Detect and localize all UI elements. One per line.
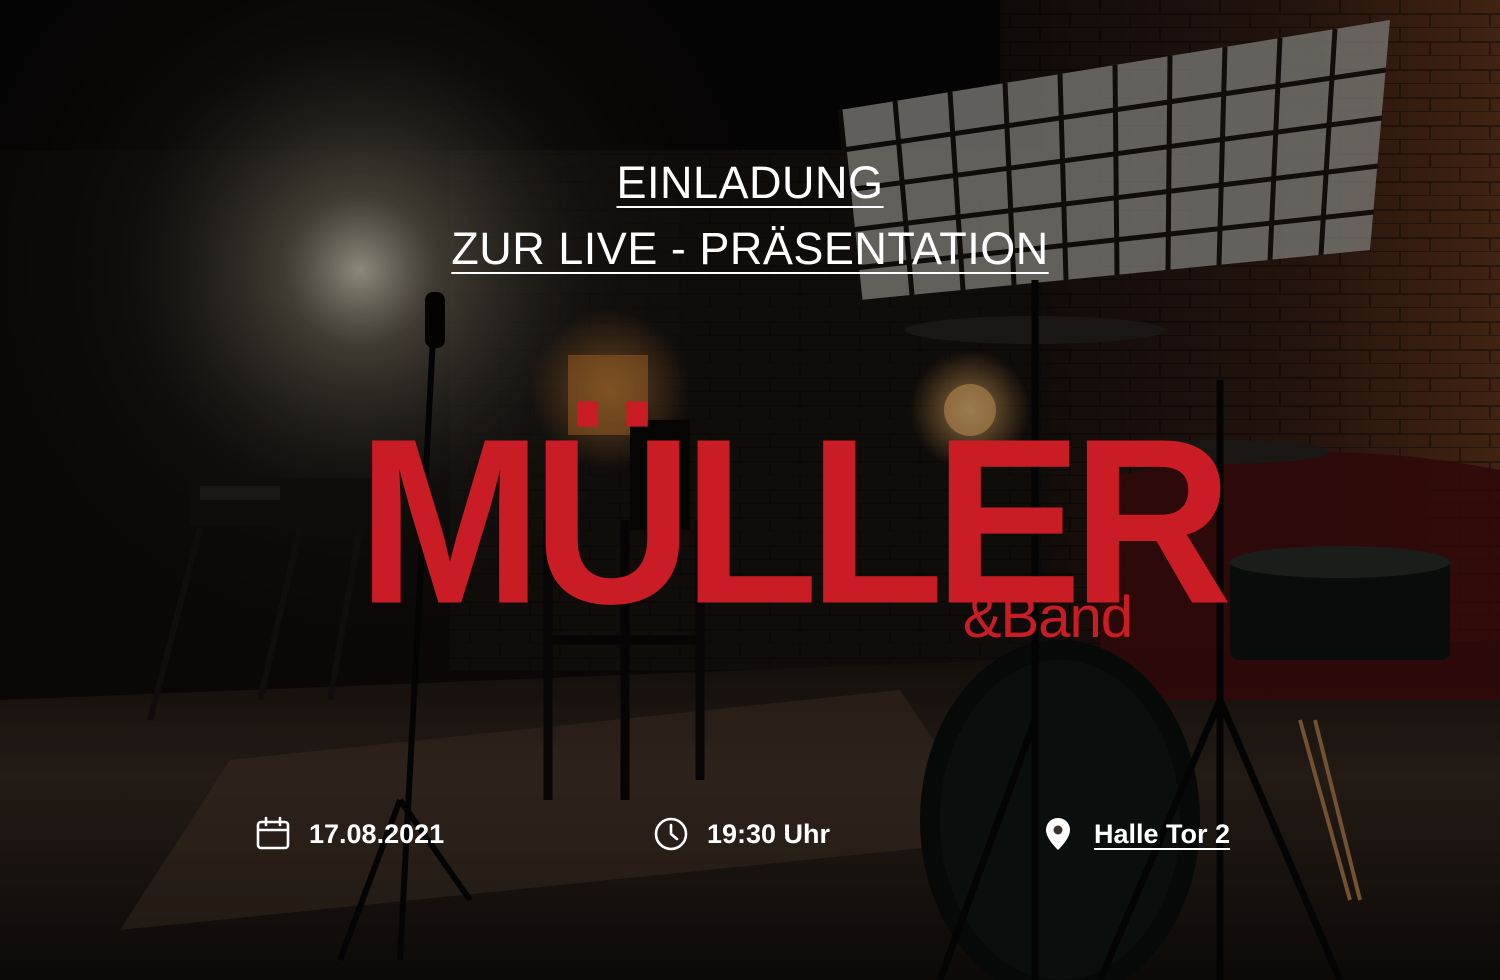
event-time-text: 19:30 Uhr	[707, 818, 831, 849]
invitation-page: EINLADUNG ZUR LIVE - PRÄSENTATION MÜLLER…	[0, 0, 1500, 980]
event-location: Halle Tor 2	[1040, 812, 1230, 856]
event-location-link[interactable]: Halle Tor 2	[1094, 819, 1230, 850]
event-time: 19:30 Uhr	[653, 812, 830, 856]
clock-icon	[654, 817, 688, 851]
location-pin-icon	[1046, 818, 1070, 850]
headline-line-2-text: ZUR LIVE - PRÄSENTATION	[451, 223, 1049, 274]
headline-line-1-text: EINLADUNG	[616, 157, 884, 208]
event-date: 17.08.2021	[255, 812, 444, 856]
band-logo: MÜLLER &Band	[357, 380, 1232, 665]
logo-subtitle: &Band	[962, 585, 1133, 650]
invitation-headline: EINLADUNG ZUR LIVE - PRÄSENTATION	[0, 150, 1500, 282]
event-date-text: 17.08.2021	[309, 818, 445, 849]
headline-line-2: ZUR LIVE - PRÄSENTATION	[0, 216, 1500, 282]
calendar-icon	[256, 816, 290, 850]
headline-line-1: EINLADUNG	[0, 150, 1500, 216]
